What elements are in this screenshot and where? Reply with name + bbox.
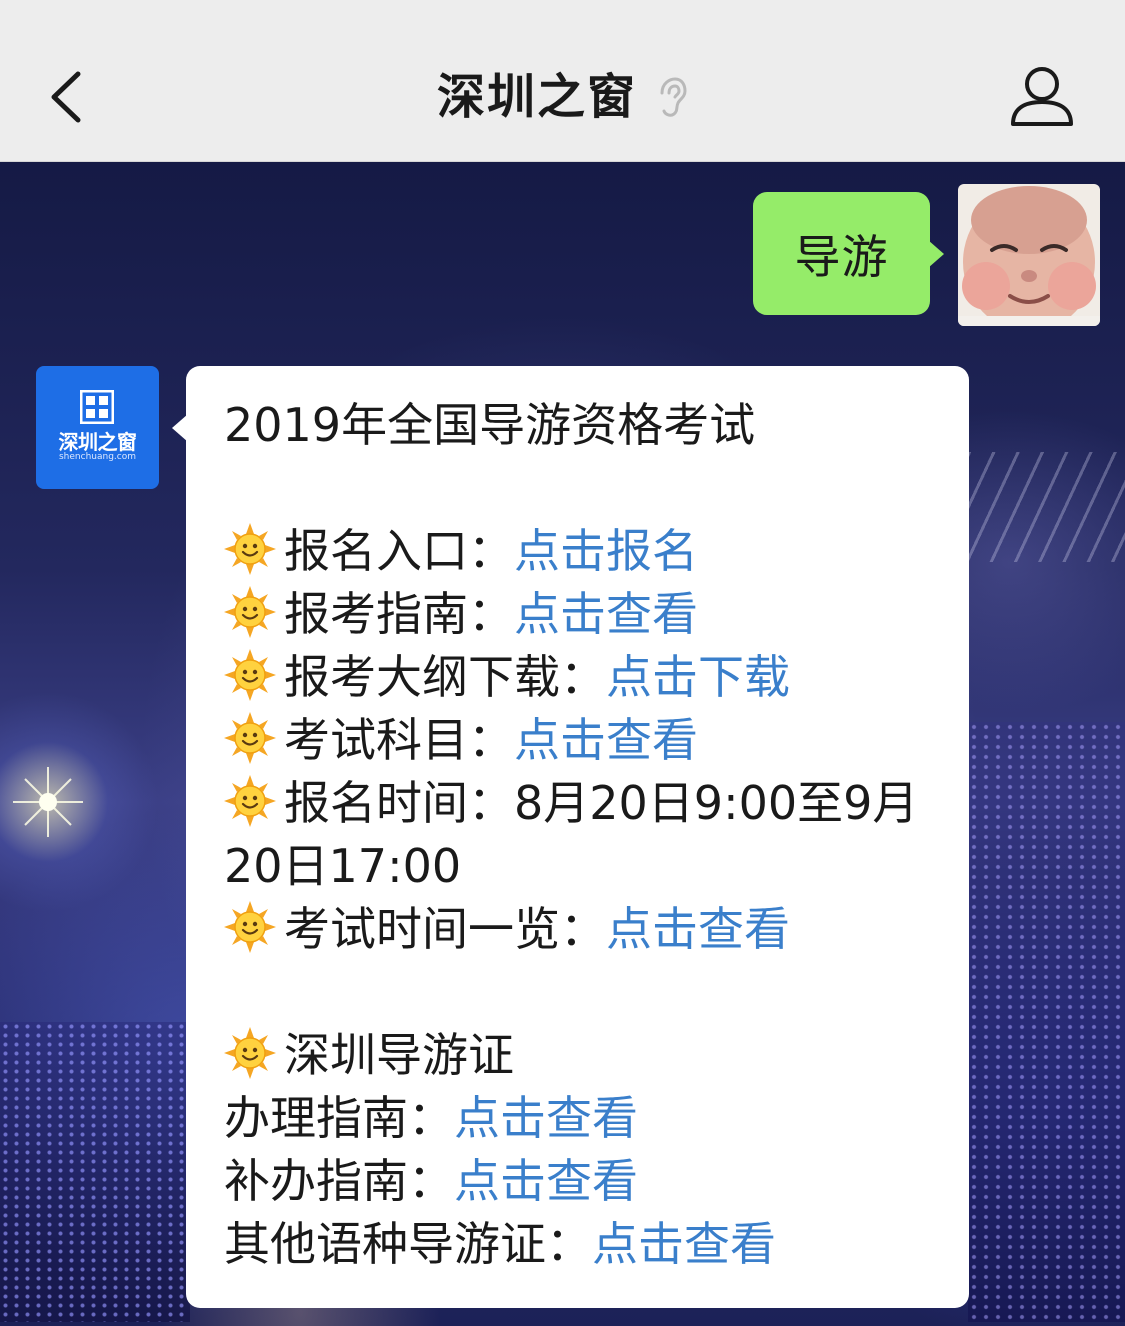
item-label: 报考大纲下载： — [284, 650, 606, 704]
outgoing-message-bubble[interactable]: 导游 — [753, 192, 944, 315]
person-icon — [1011, 67, 1073, 126]
register-link[interactable]: 点击报名 — [514, 524, 698, 578]
sun-emoji-icon — [224, 586, 276, 638]
list-item: 报考指南：点击查看 — [224, 583, 939, 646]
guide-link[interactable]: 点击查看 — [514, 587, 698, 641]
subjects-link[interactable]: 点击查看 — [514, 713, 698, 767]
other-language-license-link[interactable]: 点击查看 — [592, 1217, 776, 1271]
sender-logo-subtext: shenchuang.com — [58, 452, 136, 462]
item-label: 办理指南： — [224, 1091, 454, 1145]
ear-icon — [660, 77, 687, 117]
chat-title: 深圳之窗 — [436, 69, 637, 125]
title-area: 深圳之窗 — [0, 62, 1125, 132]
my-avatar[interactable] — [958, 184, 1100, 326]
sun-emoji-icon — [224, 1027, 276, 1079]
item-label: 报考指南： — [284, 587, 514, 641]
chat-background: 导游 深圳之窗 shenchuang.com 2019年全国导游资格考试 报名入… — [0, 162, 1125, 1326]
sender-avatar[interactable]: 深圳之窗 shenchuang.com — [36, 366, 159, 489]
exam-schedule-link[interactable]: 点击查看 — [606, 902, 790, 956]
list-item: 报名入口：点击报名 — [224, 520, 939, 583]
navigation-bar: 深圳之窗 — [0, 0, 1125, 162]
item-label: 补办指南： — [224, 1154, 454, 1208]
crowd-lights-right — [968, 722, 1125, 1322]
message-title: 2019年全国导游资格考试 — [224, 398, 756, 452]
item-label: 报名入口： — [284, 524, 514, 578]
chat-profile-button[interactable] — [1005, 62, 1079, 132]
stage-spotlight — [13, 767, 83, 837]
reissue-guide-link[interactable]: 点击查看 — [454, 1154, 638, 1208]
sender-logo-text: 深圳之窗 — [58, 430, 138, 454]
incoming-message-bubble: 2019年全国导游资格考试 报名入口：点击报名 报考指南：点击查看 报考大纲下载… — [172, 366, 969, 1308]
list-item: 其他语种导游证：点击查看 — [224, 1213, 939, 1276]
sun-emoji-icon — [224, 901, 276, 953]
list-item: 办理指南：点击查看 — [224, 1087, 939, 1150]
sun-emoji-icon — [224, 649, 276, 701]
item-label: 考试时间一览： — [284, 902, 606, 956]
list-item: 考试时间一览：点击查看 — [224, 898, 939, 961]
sun-emoji-icon — [224, 712, 276, 764]
item-label: 报名时间： — [284, 776, 514, 830]
window-logo-icon — [80, 390, 114, 424]
item-label: 其他语种导游证： — [224, 1217, 592, 1271]
list-item: 报考大纲下载：点击下载 — [224, 646, 939, 709]
stage-truss — [968, 452, 1125, 562]
outgoing-message-text: 导游 — [794, 229, 889, 284]
list-item: 考试科目：点击查看 — [224, 709, 939, 772]
syllabus-download-link[interactable]: 点击下载 — [606, 650, 790, 704]
list-item: 报名时间：8月20日9:00至9月20日17:00 — [224, 772, 939, 898]
license-guide-link[interactable]: 点击查看 — [454, 1091, 638, 1145]
sun-emoji-icon — [224, 775, 276, 827]
sun-emoji-icon — [224, 523, 276, 575]
item-label: 考试科目： — [284, 713, 514, 767]
crowd-lights-left — [0, 1022, 190, 1322]
list-item: 补办指南：点击查看 — [224, 1150, 939, 1213]
section-title-text: 深圳导游证 — [284, 1028, 514, 1082]
section-title: 深圳导游证 — [224, 1024, 939, 1087]
